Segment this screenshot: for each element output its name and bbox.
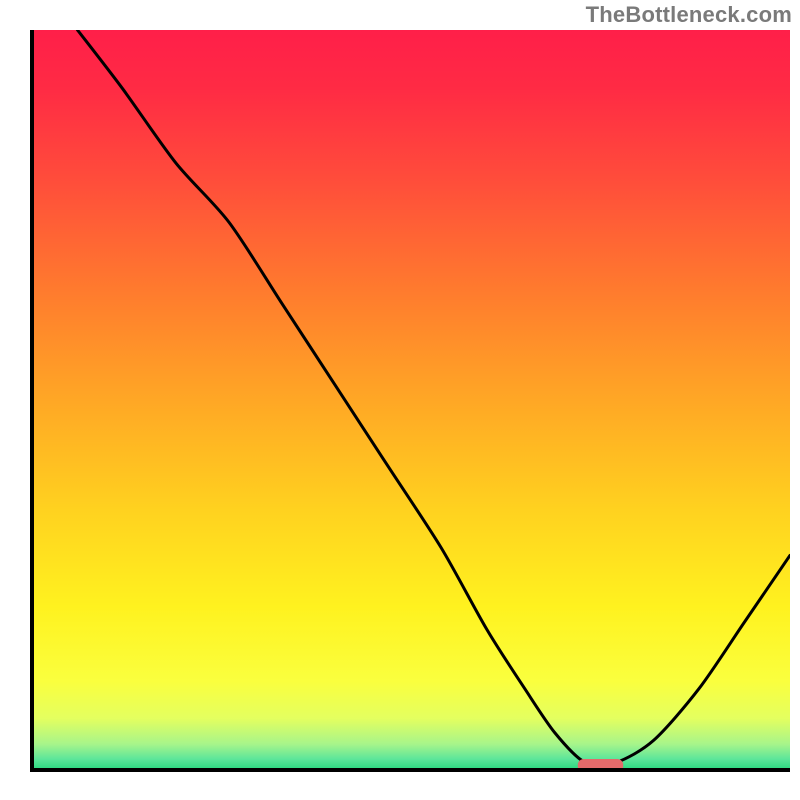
watermark-text: TheBottleneck.com [586,2,792,28]
gradient-background [32,30,790,770]
chart-stage: TheBottleneck.com [0,0,800,800]
bottleneck-chart [0,0,800,800]
